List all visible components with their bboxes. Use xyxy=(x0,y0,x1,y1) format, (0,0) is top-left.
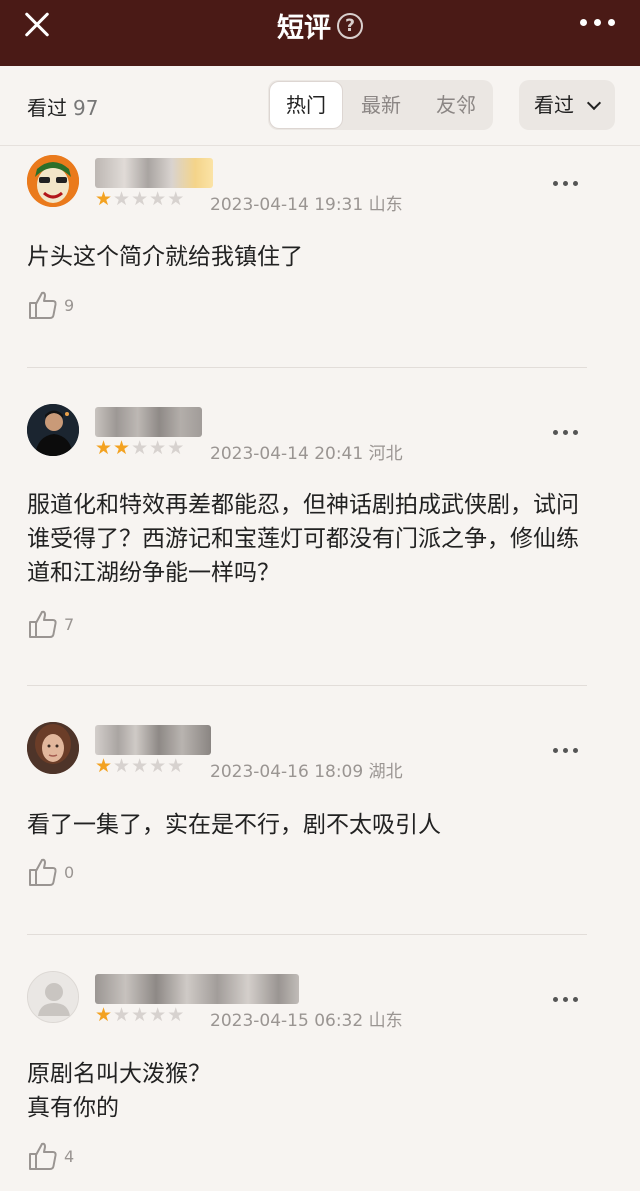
rating-stars: ★★★★★ xyxy=(95,437,186,459)
question-circle-icon[interactable]: ? xyxy=(337,12,363,39)
title-wrap: 短评? xyxy=(0,6,640,45)
page-title: 短评 xyxy=(277,13,331,44)
comment-date: 2023-04-15 06:32 xyxy=(210,1011,364,1031)
like-count: 4 xyxy=(64,1147,75,1166)
dropdown-label: 看过 xyxy=(534,93,574,117)
watched-count-value: 97 xyxy=(73,96,99,120)
comment-item: ★★★★★ 2023-04-16 18:09 湖北 看了一集了，实在是不行，剧不… xyxy=(0,713,640,935)
top-bar: 短评? xyxy=(0,0,640,66)
thumbs-up-icon xyxy=(29,1142,57,1170)
avatar[interactable] xyxy=(27,404,79,456)
comment-text: 原剧名叫大泼猴？ 真有你的 xyxy=(27,1061,211,1121)
comment-item: ★★★★★ 2023-04-15 06:32 山东 原剧名叫大泼猴？ 真有你的 … xyxy=(0,962,640,1191)
divider xyxy=(27,367,587,368)
sort-tabs: 热门 最新 友邻 xyxy=(268,80,493,130)
divider xyxy=(27,934,587,935)
more-horizontal-icon[interactable] xyxy=(578,6,618,36)
comment-date: 2023-04-14 20:41 xyxy=(210,444,364,464)
watched-count-label: 看过 xyxy=(27,96,67,120)
filter-bar: 看过 97 热门 最新 友邻 看过 xyxy=(0,66,640,146)
comment-more-icon[interactable] xyxy=(552,179,580,189)
rating-stars: ★★★★★ xyxy=(95,1004,186,1026)
avatar[interactable] xyxy=(27,722,79,774)
comment-date: 2023-04-14 19:31 xyxy=(210,195,364,215)
comment-meta: 2023-04-15 06:32 山东 xyxy=(210,1006,403,1031)
like-count: 9 xyxy=(64,296,75,315)
thumbs-up-icon xyxy=(29,610,57,638)
rating-stars: ★★★★★ xyxy=(95,755,186,777)
chevron-down-icon xyxy=(586,95,602,111)
divider xyxy=(27,685,587,686)
tab-hot[interactable]: 热门 xyxy=(269,81,343,129)
comment-location: 湖北 xyxy=(368,762,403,782)
comment-text: 片头这个简介就给我镇住了 xyxy=(27,244,303,270)
tab-latest[interactable]: 最新 xyxy=(344,80,418,130)
watched-filter-dropdown[interactable]: 看过 xyxy=(519,80,615,130)
comment-meta: 2023-04-14 20:41 河北 xyxy=(210,439,403,464)
comment-date: 2023-04-16 18:09 xyxy=(210,762,364,782)
username-blurred[interactable] xyxy=(95,725,211,755)
avatar[interactable] xyxy=(27,155,79,207)
comment-item: ★★★★★ 2023-04-14 19:31 山东 片头这个简介就给我镇住了 9 xyxy=(0,146,640,368)
comment-meta: 2023-04-16 18:09 湖北 xyxy=(210,757,403,782)
thumbs-up-icon xyxy=(29,291,57,319)
comment-meta: 2023-04-14 19:31 山东 xyxy=(210,190,403,215)
comment-item: ★★★★★ 2023-04-14 20:41 河北 服道化和特效再差都能忍，但神… xyxy=(0,395,640,685)
avatar[interactable] xyxy=(27,971,79,1023)
thumbs-up-icon xyxy=(29,858,57,886)
rating-stars: ★★★★★ xyxy=(95,188,186,210)
comment-more-icon[interactable] xyxy=(552,746,580,756)
like-count: 7 xyxy=(64,615,75,634)
comment-location: 河北 xyxy=(368,444,403,464)
username-blurred[interactable] xyxy=(95,974,299,1004)
like-count: 0 xyxy=(64,863,75,882)
comment-location: 山东 xyxy=(368,1011,403,1031)
username-blurred[interactable] xyxy=(95,407,202,437)
tab-friends[interactable]: 友邻 xyxy=(419,80,493,130)
comment-text: 看了一集了，实在是不行，剧不太吸引人 xyxy=(27,812,441,838)
watched-count: 看过 97 xyxy=(27,92,98,121)
comment-more-icon[interactable] xyxy=(552,428,580,438)
comment-more-icon[interactable] xyxy=(552,995,580,1005)
comment-location: 山东 xyxy=(368,195,403,215)
comment-text: 服道化和特效再差都能忍，但神话剧拍成武侠剧，试问谁受得了？西游记和宝莲灯可都没有… xyxy=(27,492,579,586)
username-blurred[interactable] xyxy=(95,158,213,188)
